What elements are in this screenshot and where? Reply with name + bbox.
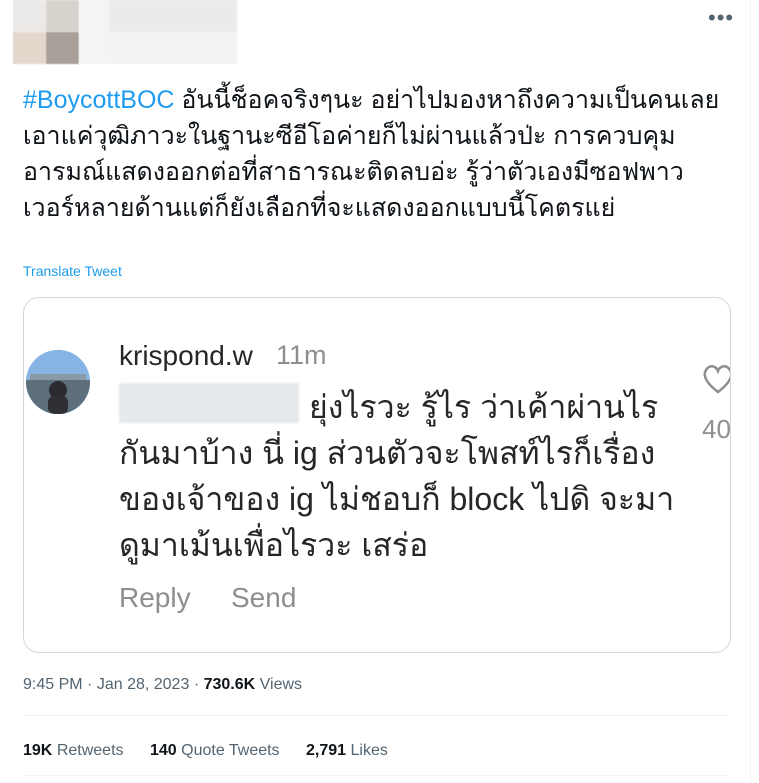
retweets-stat[interactable]: 19K Retweets (23, 742, 124, 759)
tweet-time[interactable]: 9:45 PM (23, 676, 83, 693)
tweet-stats: 19K Retweets 140 Quote Tweets 2,791 Like… (23, 742, 410, 760)
divider (23, 715, 729, 716)
separator-dot: · (87, 676, 97, 693)
views-label: Views (259, 676, 303, 693)
likes-stat[interactable]: 2,791 Likes (306, 742, 388, 759)
ig-reply-button: Reply (119, 582, 191, 613)
ig-comment-text: ยุ่งไรวะ รู้ไร ว่าเค้าผ่านไรกันมาบ้าง นี… (119, 384, 679, 568)
tweet-date[interactable]: Jan 28, 2023 (97, 676, 190, 693)
ig-timestamp: 11m (276, 340, 327, 370)
tweet-metadata: 9:45 PM · Jan 28, 2023 · 730.6K Views (23, 676, 302, 694)
tweet-text: #BoycottBOC อันนี้ช็อคจริงๆนะ อย่าไปมองห… (23, 82, 723, 226)
quote-tweets-stat[interactable]: 140 Quote Tweets (150, 742, 280, 759)
translate-tweet-link[interactable]: Translate Tweet (23, 263, 122, 279)
more-icon[interactable]: ••• (708, 5, 734, 31)
embedded-screenshot-card[interactable]: krispond.w 11m ยุ่งไรวะ รู้ไร ว่าเค้าผ่า… (23, 297, 731, 653)
retweets-label: Retweets (56, 742, 124, 759)
likes-label: Likes (350, 742, 388, 759)
ig-username: krispond.w (119, 340, 253, 371)
retweets-count: 19K (23, 742, 53, 759)
divider (23, 775, 729, 776)
views-count: 730.6K (203, 676, 256, 693)
quotes-label: Quote Tweets (181, 742, 280, 759)
quotes-count: 140 (149, 742, 177, 759)
ig-send-button: Send (231, 582, 297, 613)
avatar (26, 350, 90, 414)
heart-icon (703, 365, 730, 394)
separator-dot: · (193, 676, 204, 693)
hashtag-link[interactable]: #BoycottBOC (23, 86, 174, 114)
ig-like-count: 40 (702, 414, 731, 444)
likes-count: 2,791 (306, 742, 347, 759)
ig-comment-body: ยุ่งไรวะ รู้ไร ว่าเค้าผ่านไรกันมาบ้าง นี… (119, 389, 675, 563)
timeline-border (750, 0, 751, 783)
